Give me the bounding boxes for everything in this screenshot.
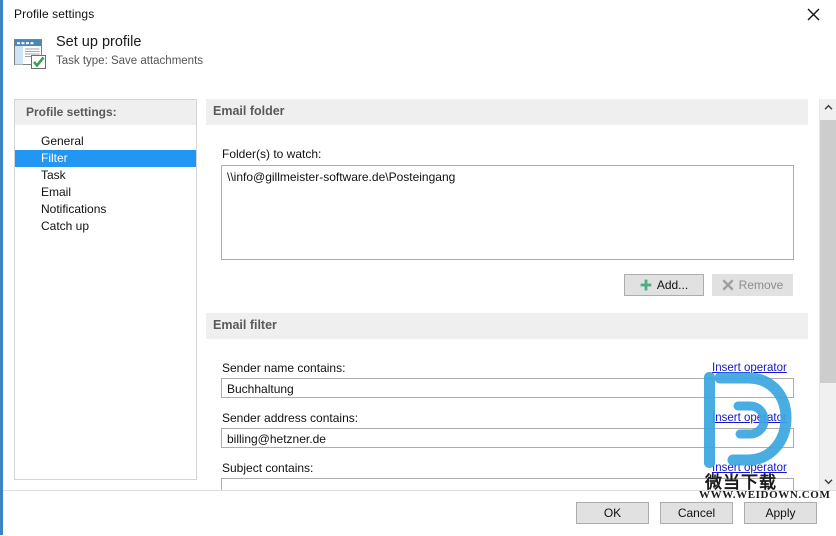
- section-title: Email filter: [213, 318, 277, 332]
- remove-folder-label: Remove: [738, 278, 784, 292]
- sidebar-item-email[interactable]: Email: [15, 184, 196, 201]
- add-folder-label: Add...: [656, 278, 689, 292]
- header-text-block: Set up profile Task type: Save attachmen…: [56, 33, 203, 69]
- section-title: Email folder: [213, 104, 285, 118]
- sender-address-value: billing@hetzner.de: [227, 432, 326, 446]
- sidebar-item-label: Filter: [41, 151, 68, 165]
- scrollbar-thumb[interactable]: [820, 120, 836, 383]
- folders-to-watch-label: Folder(s) to watch:: [222, 147, 322, 161]
- sidebar-item-catch-up[interactable]: Catch up: [15, 218, 196, 235]
- insert-operator-link-sender-name[interactable]: Insert operator: [712, 362, 787, 374]
- scroll-up-button[interactable]: [820, 99, 836, 116]
- sidebar-item-label: Notifications: [41, 202, 107, 216]
- folders-to-watch-textarea[interactable]: \\info@gillmeister-software.de\Posteinga…: [221, 165, 794, 260]
- cancel-button[interactable]: Cancel: [660, 502, 733, 524]
- sidebar-item-label: General: [41, 134, 84, 148]
- ok-label: OK: [603, 506, 622, 520]
- section-header-email-folder: Email folder: [206, 99, 808, 125]
- sidebar-item-general[interactable]: General: [15, 133, 196, 150]
- cross-icon: [722, 279, 734, 291]
- cancel-label: Cancel: [677, 506, 716, 520]
- profile-settings-dialog: Profile settings Set up profile Task typ…: [0, 0, 836, 536]
- subject-input[interactable]: [221, 478, 794, 490]
- sender-address-input[interactable]: billing@hetzner.de: [221, 428, 794, 448]
- header-title: Set up profile: [56, 34, 142, 50]
- sidebar-list: General Filter Task Email Notifications …: [15, 133, 196, 235]
- profile-settings-sidebar: Profile settings: General Filter Task Em…: [14, 99, 197, 480]
- scroll-down-button[interactable]: [820, 473, 836, 490]
- settings-content-inner: Email folder Folder(s) to watch: \\info@…: [206, 99, 819, 490]
- add-folder-button[interactable]: Add...: [624, 274, 704, 296]
- chevron-down-icon: [824, 479, 833, 485]
- ok-button[interactable]: OK: [576, 502, 649, 524]
- window-title: Profile settings: [14, 7, 95, 21]
- sidebar-item-filter[interactable]: Filter: [15, 150, 196, 167]
- dialog-header: Set up profile Task type: Save attachmen…: [3, 28, 836, 84]
- insert-operator-link-sender-address[interactable]: Insert operator: [712, 412, 787, 424]
- sidebar-item-label: Email: [41, 185, 72, 199]
- apply-label: Apply: [765, 506, 796, 520]
- sidebar-item-label: Catch up: [41, 219, 90, 233]
- sender-address-label: Sender address contains:: [222, 411, 359, 425]
- plus-icon: [640, 279, 652, 291]
- close-button[interactable]: [790, 0, 836, 28]
- content-scrollbar[interactable]: [819, 99, 836, 490]
- form-with-checkmark-icon: [14, 39, 46, 69]
- title-bar: Profile settings: [3, 0, 836, 28]
- sidebar-item-task[interactable]: Task: [15, 167, 196, 184]
- sidebar-heading-band: Profile settings:: [15, 100, 196, 125]
- sender-name-label: Sender name contains:: [222, 361, 346, 375]
- sidebar-item-notifications[interactable]: Notifications: [15, 201, 196, 218]
- section-header-email-filter: Email filter: [206, 313, 808, 339]
- sender-name-value: Buchhaltung: [227, 382, 294, 396]
- subject-label: Subject contains:: [222, 461, 314, 475]
- header-subtitle: Task type: Save attachments: [56, 55, 204, 67]
- chevron-up-icon: [824, 104, 833, 110]
- settings-content-panel: Email folder Folder(s) to watch: \\info@…: [206, 99, 836, 490]
- folders-to-watch-value: \\info@gillmeister-software.de\Posteinga…: [227, 170, 456, 184]
- apply-button[interactable]: Apply: [744, 502, 817, 524]
- sidebar-item-label: Task: [41, 168, 66, 182]
- insert-operator-link-subject[interactable]: Insert operator: [712, 462, 787, 474]
- dialog-footer: OK Cancel Apply: [3, 490, 836, 536]
- sidebar-heading: Profile settings:: [26, 105, 117, 119]
- close-icon: [807, 8, 819, 20]
- remove-folder-button[interactable]: Remove: [712, 274, 793, 296]
- sender-name-input[interactable]: Buchhaltung: [221, 378, 794, 398]
